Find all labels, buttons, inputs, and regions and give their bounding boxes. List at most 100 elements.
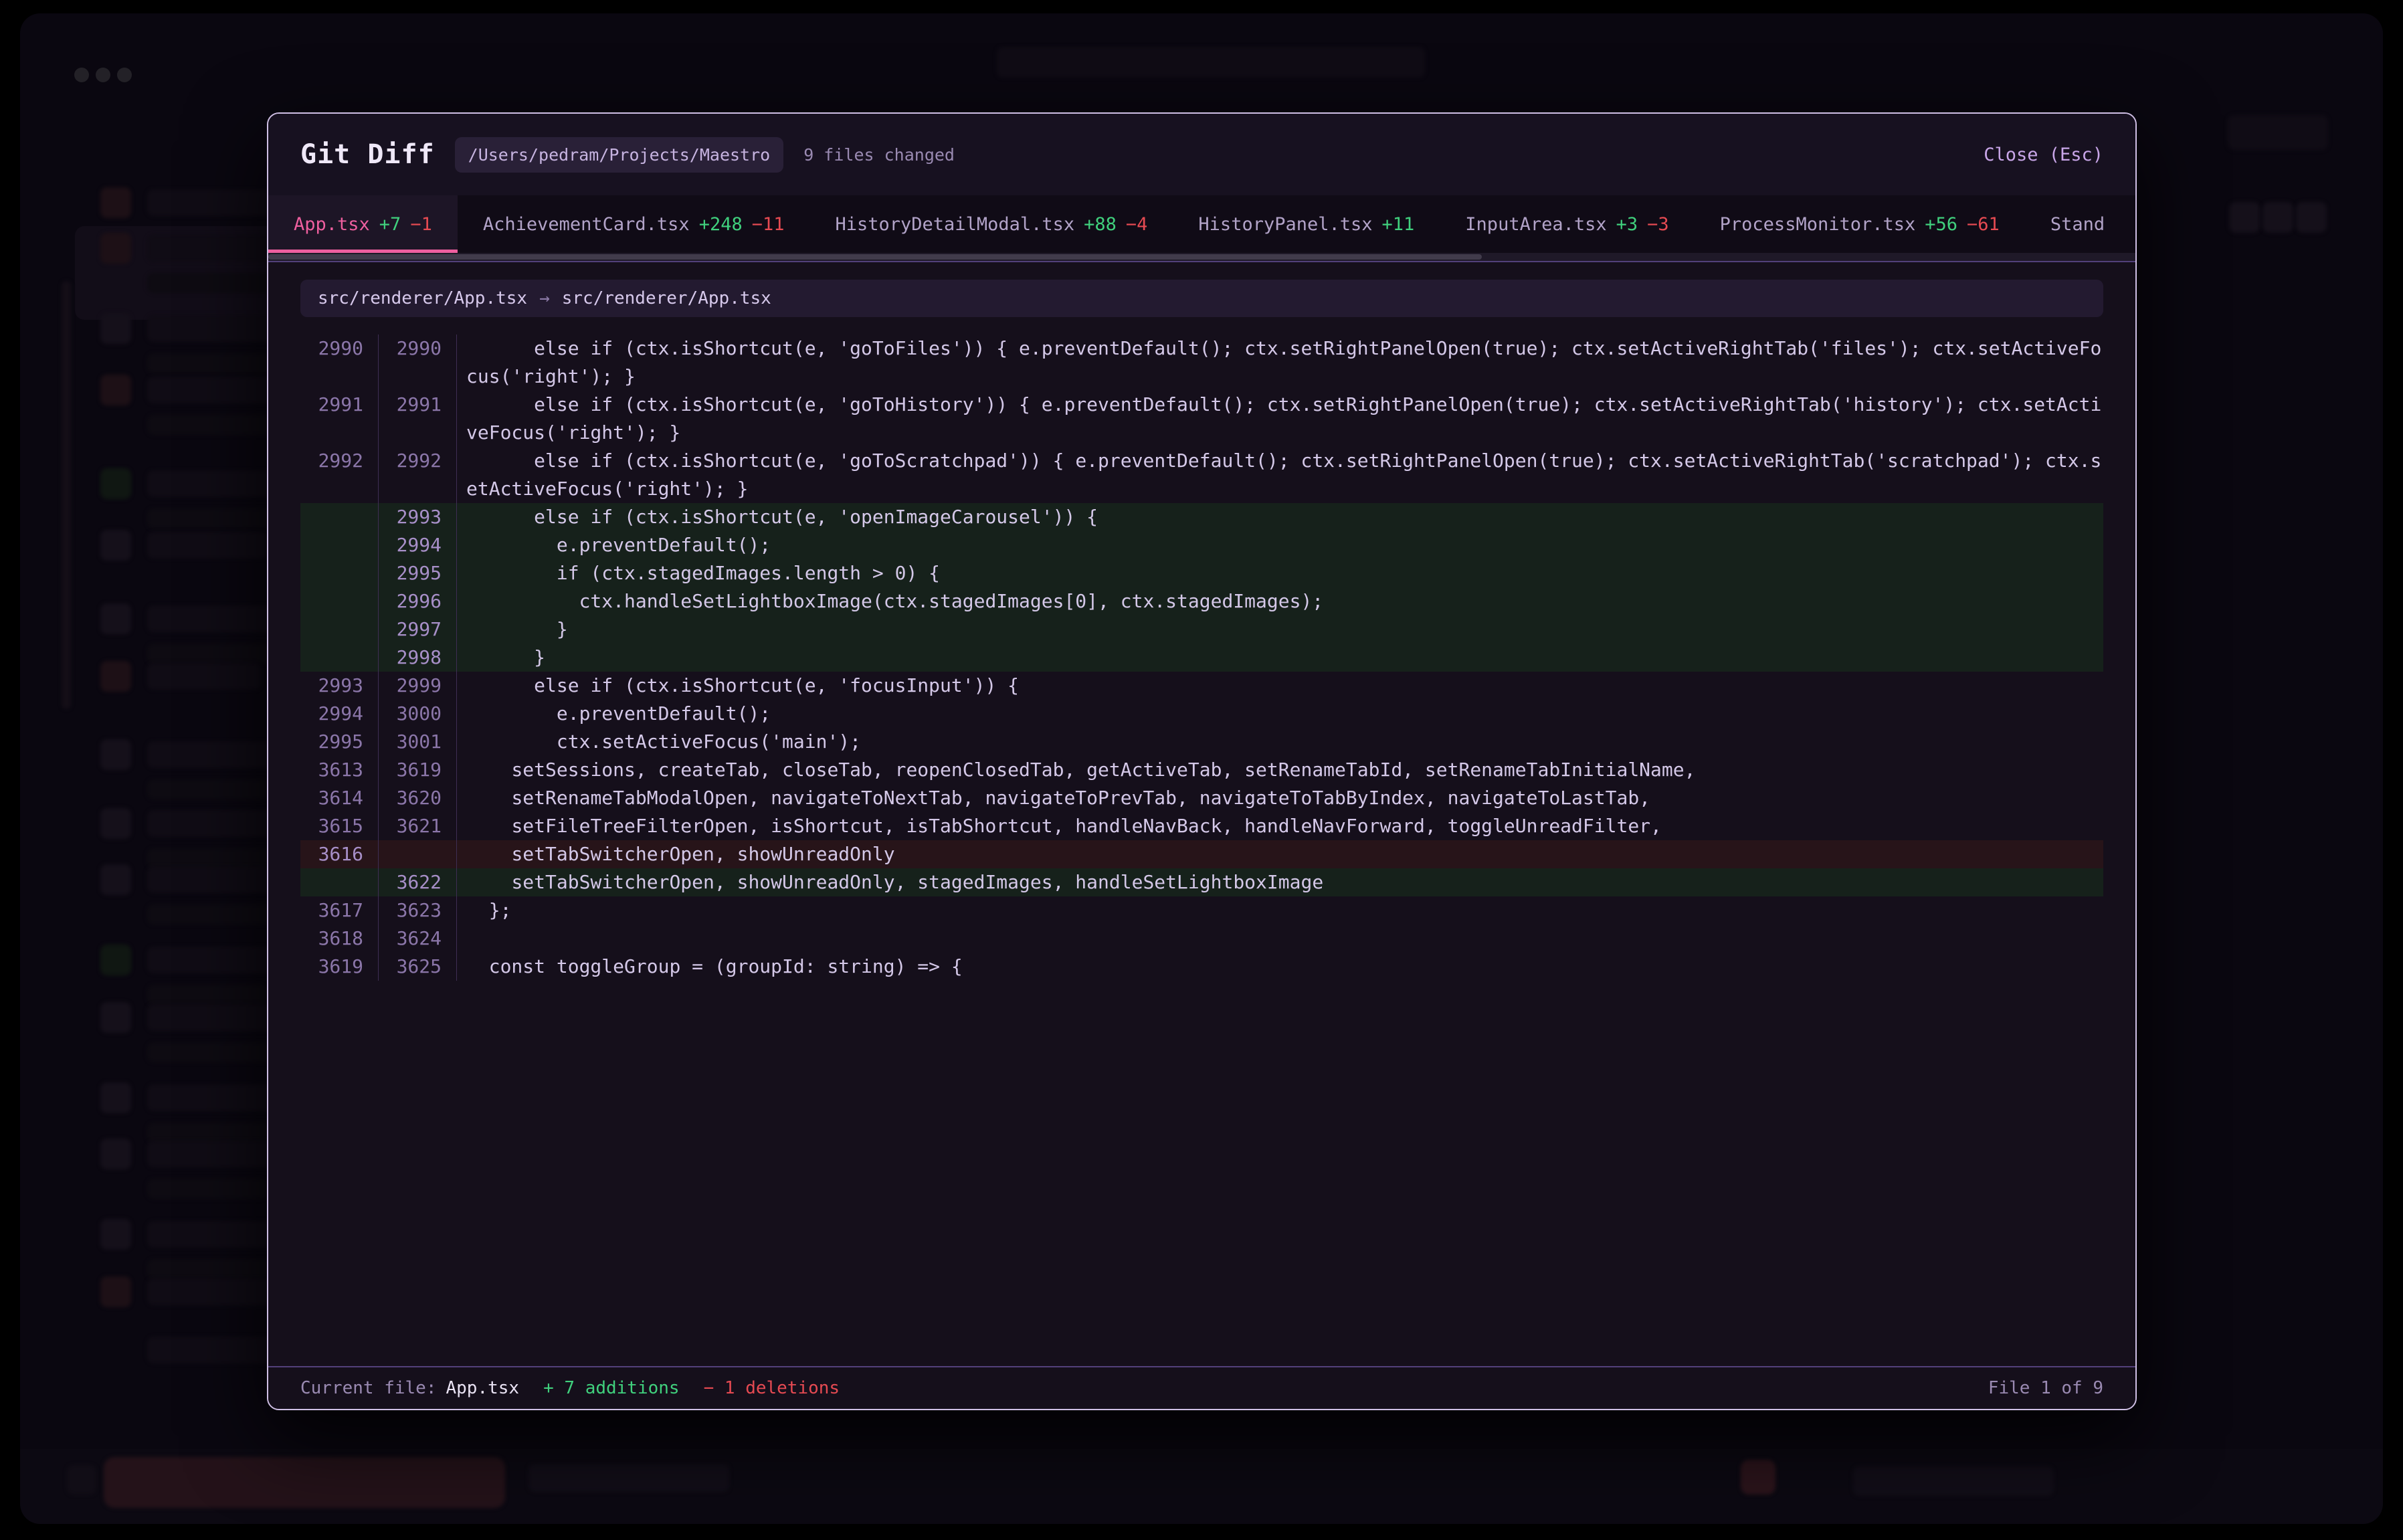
new-line-number: 2995 <box>379 559 457 587</box>
old-line-number: 3619 <box>300 953 379 981</box>
tab-file-name: ProcessMonitor.tsx <box>1720 214 1916 235</box>
background-sidebar-icon <box>100 808 131 839</box>
background-sidebar-icon <box>100 530 131 561</box>
background-toolbar-pill <box>2228 115 2328 150</box>
code-line: else if (ctx.isShortcut(e, 'openImageCar… <box>457 503 2103 531</box>
background-sidebar-icon <box>100 468 131 499</box>
code-line: setTabSwitcherOpen, showUnreadOnly, stag… <box>457 868 2103 896</box>
code-line: e.preventDefault(); <box>457 700 2103 728</box>
background-sidebar-icon <box>100 313 131 344</box>
background-sidebar-subitem <box>147 985 268 1005</box>
background-sidebar-icon <box>100 661 131 692</box>
modal-footer: Current file: App.tsx + 7 additions − 1 … <box>268 1366 2135 1409</box>
code-line: }; <box>457 896 2103 925</box>
old-line-number: 3616 <box>300 840 379 868</box>
background-sidebar-icon <box>100 1219 131 1250</box>
new-line-number: 2993 <box>379 503 457 531</box>
tab-AchievementCard.tsx[interactable]: AchievementCard.tsx+248−11 <box>458 195 810 253</box>
tab-deletions: −1 <box>410 214 432 235</box>
background-sidebar-icon <box>100 864 131 895</box>
old-line-number: 3615 <box>300 812 379 840</box>
background-alert-icon <box>1741 1460 1775 1495</box>
tab-App.tsx[interactable]: App.tsx+7−1 <box>268 195 458 253</box>
new-line-number: 2996 <box>379 587 457 615</box>
tab-HistoryPanel.tsx[interactable]: HistoryPanel.tsx +11 <box>1173 195 1440 253</box>
code-line: const toggleGroup = (groupId: string) =>… <box>457 953 2103 981</box>
code-line: else if (ctx.isShortcut(e, 'focusInput')… <box>457 672 2103 700</box>
background-sidebar-subitem <box>147 848 274 868</box>
code-line: } <box>457 644 2103 672</box>
tab-InputArea.tsx[interactable]: InputArea.tsx+3−3 <box>1440 195 1694 253</box>
tab-additions: +88 <box>1084 214 1117 235</box>
old-line-number <box>300 615 379 644</box>
background-toolbar-icon <box>2229 202 2260 233</box>
diff-row: 36143620 setRenameTabModalOpen, navigate… <box>300 784 2103 812</box>
new-line-number: 2998 <box>379 644 457 672</box>
code-line: else if (ctx.isShortcut(e, 'goToFiles'))… <box>457 334 2103 391</box>
code-line: else if (ctx.isShortcut(e, 'goToScratchp… <box>457 447 2103 503</box>
traffic-light-close[interactable] <box>74 68 89 82</box>
deletions-count: − 1 deletions <box>704 1378 840 1398</box>
background-sidebar-item <box>147 741 281 768</box>
background-sidebar-icon <box>100 375 131 405</box>
diff-row: 3622 setTabSwitcherOpen, showUnreadOnly,… <box>300 868 2103 896</box>
current-file-label: Current file: <box>300 1378 437 1398</box>
old-line-number <box>300 503 379 531</box>
code-line: ctx.setActiveFocus('main'); <box>457 728 2103 756</box>
diff-table: 29902990 else if (ctx.isShortcut(e, 'goT… <box>300 334 2103 981</box>
background-status-pill <box>528 1464 729 1492</box>
old-line-number <box>300 587 379 615</box>
tab-Stand[interactable]: Stand <box>2025 195 2130 253</box>
background-sidebar-item <box>147 1221 281 1248</box>
tab-HistoryDetailModal.tsx[interactable]: HistoryDetailModal.tsx+88−4 <box>810 195 1173 253</box>
old-line-number <box>300 644 379 672</box>
background-sidebar-subitem <box>147 904 281 925</box>
code-line: } <box>457 615 2103 644</box>
tab-scrollbar-thumb[interactable] <box>268 254 1482 260</box>
current-file-name: App.tsx <box>446 1378 520 1398</box>
close-button[interactable]: Close (Esc) <box>1984 145 2103 165</box>
file-path-from: src/renderer/App.tsx <box>318 288 527 308</box>
old-line-number <box>300 559 379 587</box>
diff-row: 2993 else if (ctx.isShortcut(e, 'openIma… <box>300 503 2103 531</box>
diff-row: 36193625 const toggleGroup = (groupId: s… <box>300 953 2103 981</box>
background-sidebar-icon <box>100 1276 131 1307</box>
git-diff-modal: Git Diff /Users/pedram/Projects/Maestro … <box>267 112 2137 1410</box>
tab-file-name: HistoryPanel.tsx <box>1198 214 1372 235</box>
background-sidebar-subitem <box>147 1179 268 1199</box>
new-line-number: 2997 <box>379 615 457 644</box>
file-rename-header: src/renderer/App.tsx → src/renderer/App.… <box>300 280 2103 317</box>
background-record-button <box>104 1457 505 1508</box>
new-line-number: 3623 <box>379 896 457 925</box>
diff-row: 2995 if (ctx.stagedImages.length > 0) { <box>300 559 2103 587</box>
new-line-number: 2999 <box>379 672 457 700</box>
background-sidebar-subitem <box>147 1123 274 1143</box>
tab-additions: +248 <box>699 214 743 235</box>
new-line-number: 3621 <box>379 812 457 840</box>
diff-row: 3616 setTabSwitcherOpen, showUnreadOnly <box>300 840 2103 868</box>
background-sidebar-subitem <box>147 353 281 373</box>
background-sidebar-icon <box>100 1002 131 1033</box>
background-titlebar-text <box>997 47 1425 78</box>
tab-file-name: App.tsx <box>294 214 370 235</box>
background-settings-icon <box>67 1465 96 1495</box>
file-tab-bar: App.tsx+7−1AchievementCard.tsx+248−11His… <box>268 195 2135 262</box>
code-line: setRenameTabModalOpen, navigateToNextTab… <box>457 784 2103 812</box>
diff-content: src/renderer/App.tsx → src/renderer/App.… <box>268 262 2135 1366</box>
code-line: setTabSwitcherOpen, showUnreadOnly <box>457 840 2103 868</box>
traffic-light-minimize[interactable] <box>96 68 110 82</box>
background-sidebar-icon <box>100 187 131 218</box>
background-sidebar-icon <box>100 1139 131 1169</box>
diff-row: 29922992 else if (ctx.isShortcut(e, 'goT… <box>300 447 2103 503</box>
new-line-number: 3001 <box>379 728 457 756</box>
new-line-number: 2991 <box>379 391 457 447</box>
tab-additions: +11 <box>1382 214 1415 235</box>
background-sidebar-subitem <box>147 779 268 799</box>
tab-ProcessMonitor.tsx[interactable]: ProcessMonitor.tsx+56−61 <box>1695 195 2025 253</box>
tab-file-name: AchievementCard.tsx <box>483 214 690 235</box>
traffic-light-zoom[interactable] <box>117 68 132 82</box>
background-sidebar-subitem <box>147 1259 274 1279</box>
modal-title: Git Diff <box>300 139 435 170</box>
old-line-number: 3618 <box>300 925 379 953</box>
window-controls <box>74 68 132 82</box>
